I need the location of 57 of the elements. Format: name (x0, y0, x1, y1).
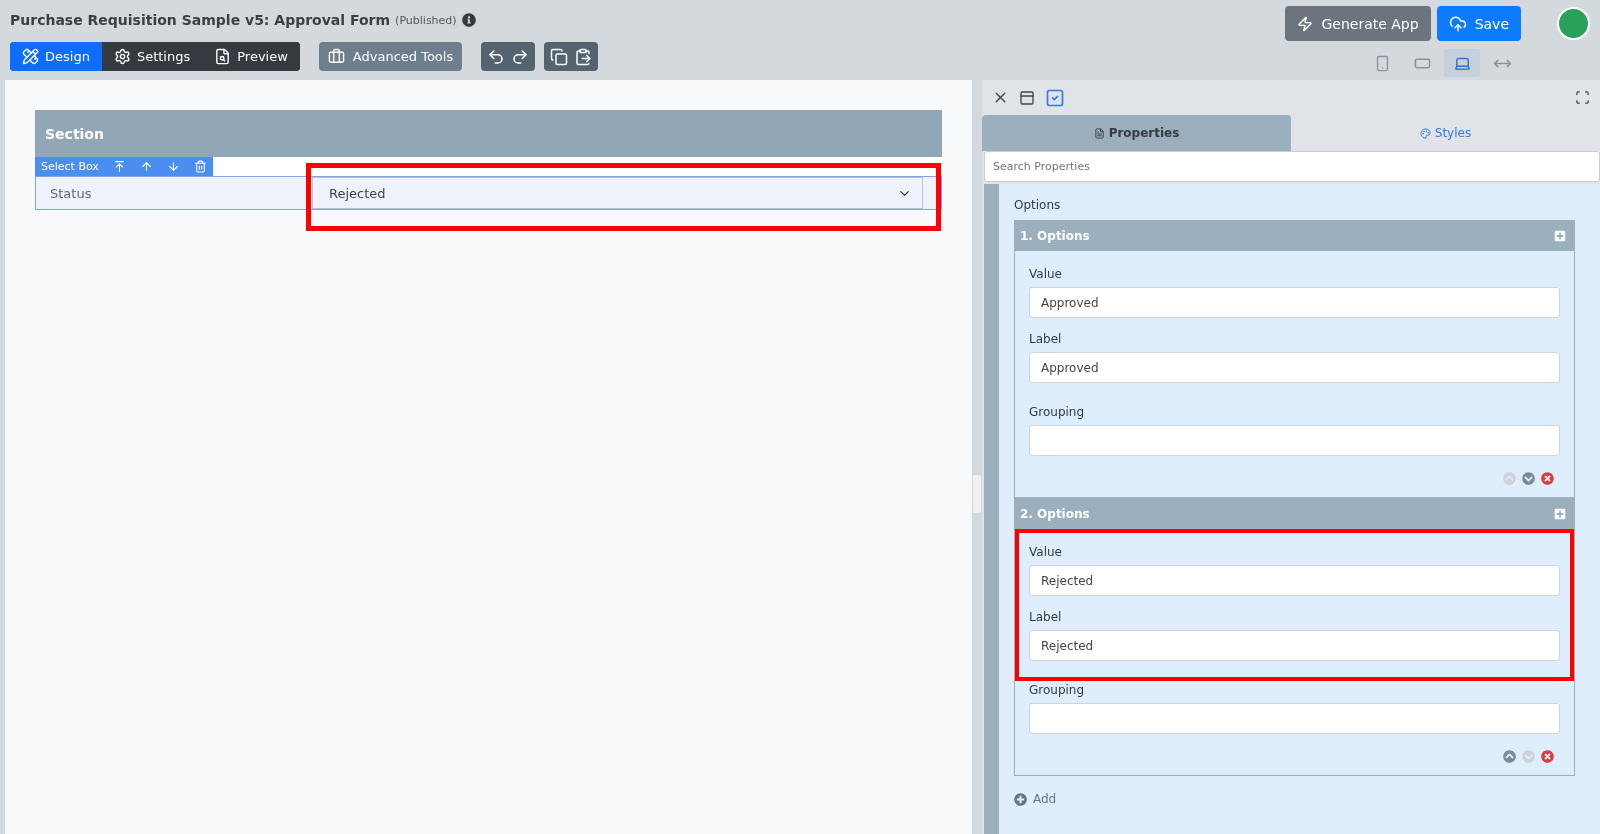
design-tab[interactable]: Design (10, 42, 102, 71)
move-down-icon[interactable] (166, 160, 180, 173)
checkbox-icon[interactable] (1045, 87, 1065, 108)
input-field[interactable] (1029, 703, 1560, 734)
copy-icon[interactable] (550, 47, 569, 66)
input-field[interactable]: Approved (1029, 352, 1560, 383)
field-label: Grouping (1029, 683, 1086, 697)
input-field[interactable]: Approved (1029, 287, 1560, 318)
move-up-icon[interactable] (139, 160, 153, 173)
cloud-upload-icon (1448, 14, 1467, 33)
option-title: 2. Options (1020, 507, 1090, 521)
section-header: Section (35, 110, 942, 157)
advanced-tools-button[interactable]: Advanced Tools (318, 42, 463, 71)
input-field[interactable] (1029, 425, 1560, 456)
paste-icon[interactable] (574, 47, 593, 66)
options-heading: Options (1014, 198, 1062, 212)
move-top-icon[interactable] (112, 160, 126, 173)
published-status: (Published) (395, 13, 457, 27)
redo-icon[interactable] (511, 47, 530, 66)
fullscreen-icon[interactable] (1575, 90, 1590, 105)
remove-icon[interactable] (1541, 472, 1554, 485)
delete-icon[interactable] (193, 160, 207, 173)
field-label: Value (1029, 545, 1063, 559)
panel-icon[interactable] (1019, 89, 1035, 106)
properties-tab[interactable]: Properties (982, 115, 1291, 151)
status-select[interactable]: Rejected (312, 177, 923, 209)
save-button[interactable]: Save (1436, 6, 1521, 41)
info-icon[interactable] (461, 13, 476, 27)
palette-icon (1419, 127, 1431, 139)
lightning-icon (1297, 15, 1314, 32)
resize-handle[interactable] (973, 475, 981, 513)
component-label: Select Box (41, 160, 99, 173)
field-label: Label (1029, 332, 1063, 346)
gear-icon (113, 48, 131, 65)
add-link[interactable]: Add (1014, 792, 1057, 806)
pencil-ruler-icon (22, 48, 39, 65)
option-title: 1. Options (1020, 229, 1090, 243)
document-search-icon (214, 48, 232, 65)
document-icon (1093, 127, 1105, 139)
input-field[interactable]: Rejected (1029, 630, 1560, 661)
remove-icon[interactable] (1541, 750, 1554, 763)
form-title: Purchase Requisition Sample v5: Approval Form (10, 12, 391, 28)
plus-icon[interactable] (1554, 230, 1566, 242)
laptop-icon[interactable] (1444, 49, 1480, 77)
move-up-icon[interactable] (1503, 750, 1516, 763)
search-field[interactable]: Search Properties (984, 151, 1600, 182)
briefcase-icon (327, 48, 345, 65)
generate-app-button[interactable]: Generate App (1285, 6, 1431, 41)
input-field[interactable]: Rejected (1029, 565, 1560, 596)
field-label: Label (1029, 610, 1063, 624)
field-label: Status (49, 185, 93, 201)
move-down-icon[interactable] (1522, 472, 1535, 485)
plus-icon[interactable] (1554, 508, 1566, 520)
field-label: Value (1029, 267, 1063, 281)
undo-icon[interactable] (487, 47, 506, 66)
field-label: Grouping (1029, 405, 1086, 419)
avatar[interactable] (1557, 7, 1590, 40)
